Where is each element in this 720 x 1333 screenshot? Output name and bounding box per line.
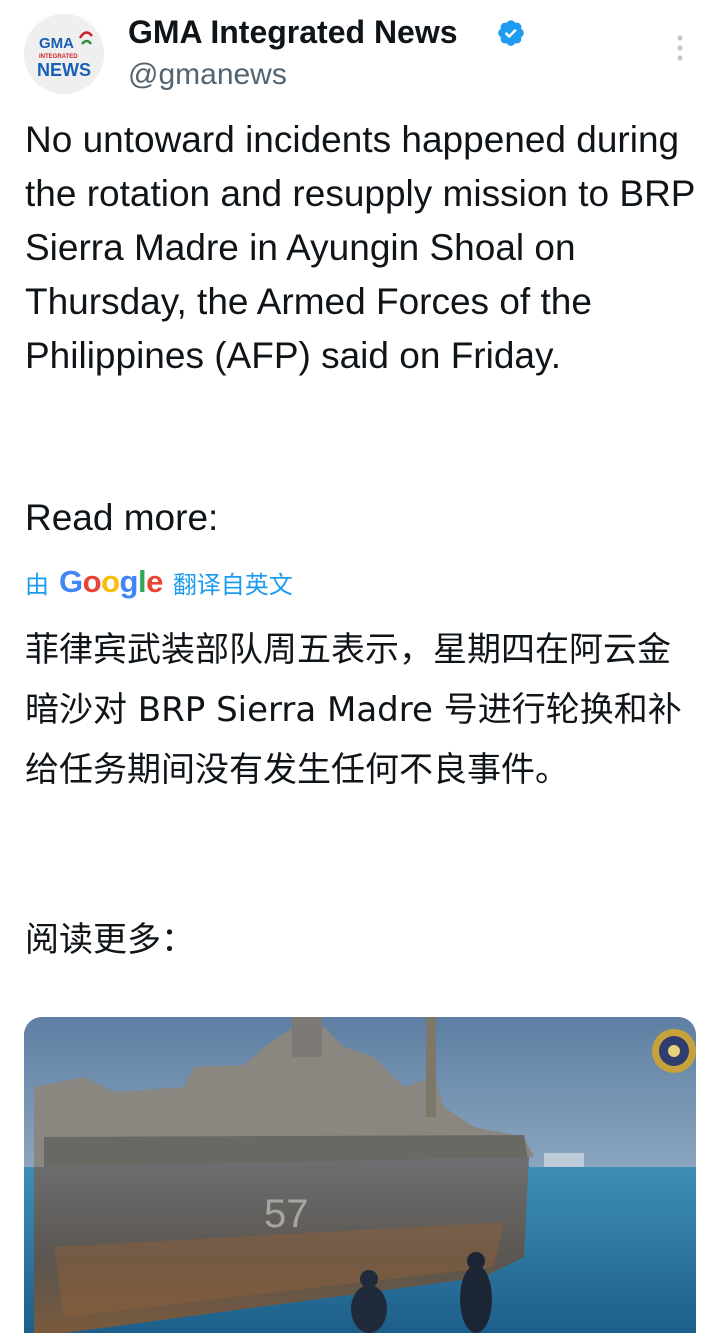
translated-text: 菲律宾武装部队周五表示，星期四在阿云金暗沙对 BRP Sierra Madre … (25, 630, 682, 790)
tweet-text: No untoward incidents happened during th… (25, 119, 695, 376)
svg-text:GMA: GMA (39, 35, 74, 52)
ship-photo: 57 (24, 1017, 696, 1333)
author-handle[interactable]: @gmanews (128, 56, 287, 94)
tweet-media-image[interactable]: 57 (24, 1017, 696, 1333)
verified-badge-icon (498, 20, 524, 46)
author-name[interactable]: GMA Integrated News (128, 12, 458, 52)
svg-text:NEWS: NEWS (37, 60, 91, 80)
gma-logo-icon: GMA INTEGRATED NEWS (24, 14, 104, 94)
google-logo-icon: Google (59, 564, 163, 599)
translation-prefix: 由 (25, 570, 49, 599)
translation-suffix: 翻译自英文 (172, 570, 293, 599)
author-avatar[interactable]: GMA INTEGRATED NEWS (24, 14, 104, 94)
more-options-icon[interactable] (668, 30, 692, 66)
svg-text:57: 57 (264, 1192, 309, 1236)
translation-label[interactable]: 由 Google 翻译自英文 (25, 560, 293, 604)
translated-read-more: 阅读更多： (25, 920, 195, 960)
tweet-read-more: Read more: (25, 497, 219, 538)
